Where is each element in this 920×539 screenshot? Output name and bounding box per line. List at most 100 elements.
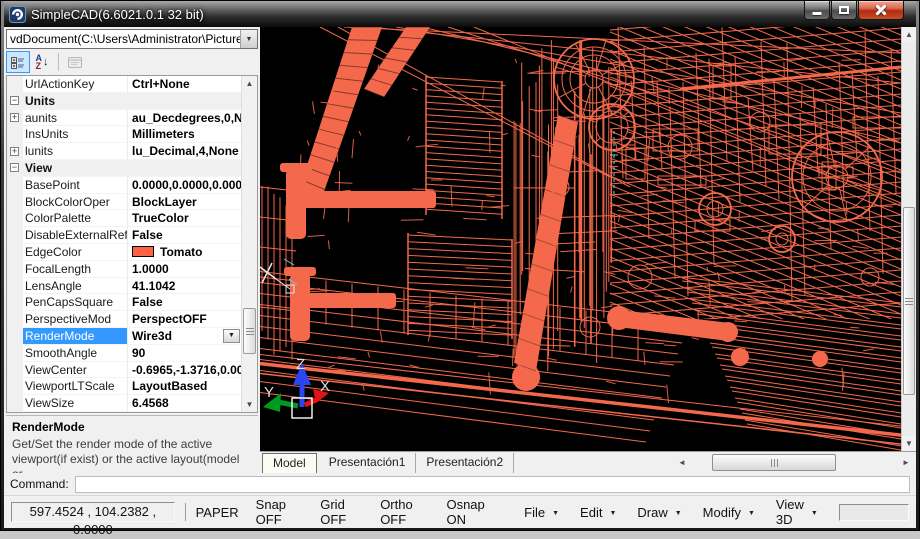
property-value[interactable]: 41.1042	[127, 278, 241, 294]
drawing-viewport[interactable]: ZXY ▲ ▼	[260, 27, 916, 451]
property-pages-button[interactable]	[63, 51, 87, 73]
property-row[interactable]: ViewCenter-0.6965,-1.3716,0.00	[7, 362, 241, 379]
combo-dropdown-button[interactable]: ▼	[240, 30, 257, 48]
wireframe-canvas[interactable]: ZXY	[260, 27, 901, 451]
property-row[interactable]: ViewSize6.4568	[7, 395, 241, 412]
property-row[interactable]: + aunitsau_Decdegrees,0,No	[7, 110, 241, 127]
property-value[interactable]: Millimeters	[127, 126, 241, 142]
property-row[interactable]: SmoothAngle90	[7, 345, 241, 362]
collapse-toggle[interactable]: −	[10, 163, 19, 172]
property-grid: UrlActionKeyCtrl+None −Units + aunitsau_D…	[6, 75, 258, 413]
property-row[interactable]: ViewportLTScaleLayoutBased	[7, 378, 241, 395]
value-dropdown-button[interactable]: ▼	[223, 329, 240, 343]
property-name[interactable]: FocalLength	[23, 261, 127, 277]
property-value[interactable]: lu_Decimal,4,None	[127, 143, 241, 159]
property-name[interactable]: BlockColorOper	[23, 194, 127, 210]
property-row[interactable]: LensAngle41.1042	[7, 278, 241, 295]
property-name[interactable]: PenCapsSquare	[23, 294, 127, 310]
command-input[interactable]	[75, 476, 910, 493]
grid-scroll-thumb[interactable]	[243, 308, 256, 354]
property-name[interactable]: ViewCenter	[23, 362, 127, 378]
property-value[interactable]: 6.4568	[127, 395, 241, 411]
canvas-scroll-thumb[interactable]	[903, 207, 915, 395]
property-value[interactable]: au_Decdegrees,0,No	[127, 110, 241, 126]
collapse-toggle[interactable]: −	[10, 96, 19, 105]
property-value[interactable]: Ctrl+None	[127, 76, 241, 92]
property-name[interactable]: ViewSize	[23, 395, 127, 411]
toggle-paper[interactable]: PAPER	[196, 505, 239, 520]
property-value[interactable]: 90	[127, 345, 241, 361]
scroll-up-button[interactable]: ▲	[242, 76, 257, 91]
minimize-button[interactable]	[804, 1, 830, 20]
toggle-snap[interactable]: Snap OFF	[256, 497, 304, 527]
categorized-button[interactable]	[6, 51, 30, 73]
menu-file[interactable]: File▼	[524, 497, 559, 527]
hscroll-track[interactable]	[690, 454, 898, 471]
property-name[interactable]: aunits	[23, 110, 127, 126]
property-value[interactable]: -0.6965,-1.3716,0.00	[127, 362, 241, 378]
canvas-scroll-up[interactable]: ▲	[902, 27, 916, 42]
property-value[interactable]: 0.0000,0.0000,0.000	[127, 177, 241, 193]
property-value[interactable]: LayoutBased	[127, 378, 241, 394]
grid-scrollbar[interactable]: ▲ ▼	[241, 76, 257, 412]
property-row[interactable]: BasePoint0.0000,0.0000,0.000	[7, 177, 241, 194]
canvas-hscrollbar[interactable]: ◄ ►	[674, 454, 914, 471]
canvas-scroll-down[interactable]: ▼	[902, 436, 916, 451]
category-row[interactable]: −View	[7, 160, 241, 177]
property-row[interactable]: + lunitslu_Decimal,4,None	[7, 143, 241, 160]
property-row[interactable]: FocalLength1.0000	[7, 261, 241, 278]
tab-presentacion1[interactable]: Presentación1	[319, 453, 417, 473]
close-button[interactable]	[858, 1, 904, 20]
tab-presentacion2[interactable]: Presentación2	[416, 453, 514, 473]
property-row[interactable]: InsUnitsMillimeters	[7, 126, 241, 143]
menu-modify[interactable]: Modify▼	[703, 497, 755, 527]
toggle-grid[interactable]: Grid OFF	[320, 497, 363, 527]
document-selector[interactable]: vdDocument(C:\Users\Administrator\Pictur…	[6, 29, 258, 49]
tab-model[interactable]: Model	[262, 453, 317, 473]
property-name[interactable]: UrlActionKey	[23, 76, 127, 92]
expand-toggle[interactable]: +	[10, 147, 19, 156]
property-name[interactable]: LensAngle	[23, 278, 127, 294]
property-value[interactable]: Tomato	[127, 244, 241, 260]
property-row[interactable]: PenCapsSquareFalse	[7, 294, 241, 311]
maximize-button[interactable]	[831, 1, 857, 20]
scroll-down-button[interactable]: ▼	[242, 397, 257, 412]
menu-draw[interactable]: Draw▼	[637, 497, 681, 527]
hscroll-thumb[interactable]	[712, 454, 836, 471]
property-value[interactable]: False	[127, 294, 241, 310]
property-row-rendermode[interactable]: RenderModeWire3d▼	[7, 328, 241, 345]
toggle-ortho[interactable]: Ortho OFF	[380, 497, 429, 527]
toggle-osnap[interactable]: Osnap ON	[446, 497, 495, 527]
category-row[interactable]: −Units	[7, 93, 241, 110]
property-value[interactable]: Wire3d▼	[127, 328, 241, 344]
property-value[interactable]: False	[127, 227, 241, 243]
property-value[interactable]: 1.0000	[127, 261, 241, 277]
property-name[interactable]: PerspectiveMod	[23, 311, 127, 327]
property-row[interactable]: PerspectiveModPerspectOFF	[7, 311, 241, 328]
property-row[interactable]: DisableExternalRefeFalse	[7, 227, 241, 244]
property-row[interactable]: ColorPaletteTrueColor	[7, 210, 241, 227]
menu-edit[interactable]: Edit▼	[580, 497, 616, 527]
property-value[interactable]: TrueColor	[127, 210, 241, 226]
property-row[interactable]: UrlActionKeyCtrl+None	[7, 76, 241, 93]
title-bar[interactable]: SimpleCAD(6.6021.0.1 32 bit)	[4, 1, 916, 27]
canvas-vscrollbar[interactable]: ▲ ▼	[901, 27, 916, 451]
property-name-selected[interactable]: RenderMode	[23, 328, 127, 344]
property-row[interactable]: BlockColorOperBlockLayer	[7, 194, 241, 211]
alphabetical-button[interactable]: AZ ↓	[30, 51, 54, 73]
scroll-right-button[interactable]: ►	[898, 454, 914, 471]
property-name[interactable]: SmoothAngle	[23, 345, 127, 361]
property-name[interactable]: ViewportLTScale	[23, 378, 127, 394]
property-name[interactable]: DisableExternalRefe	[23, 227, 127, 243]
menu-view3d[interactable]: View 3D▼	[776, 497, 818, 527]
expand-toggle[interactable]: +	[10, 113, 19, 122]
property-name[interactable]: ColorPalette	[23, 210, 127, 226]
property-name[interactable]: EdgeColor	[23, 244, 127, 260]
property-value[interactable]: BlockLayer	[127, 194, 241, 210]
property-name[interactable]: InsUnits	[23, 126, 127, 142]
property-name[interactable]: lunits	[23, 143, 127, 159]
scroll-left-button[interactable]: ◄	[674, 454, 690, 471]
property-value[interactable]: PerspectOFF	[127, 311, 241, 327]
property-name[interactable]: BasePoint	[23, 177, 127, 193]
property-row-edgecolor[interactable]: EdgeColorTomato	[7, 244, 241, 261]
